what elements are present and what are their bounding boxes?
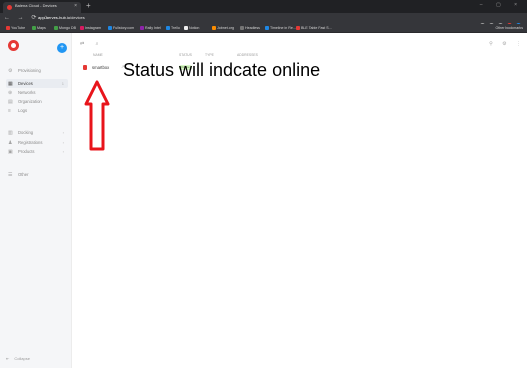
annotation-arrow-icon xyxy=(84,80,110,151)
annotation-text: Status will indcate online xyxy=(123,60,321,80)
up-arrow-shape xyxy=(84,80,110,151)
